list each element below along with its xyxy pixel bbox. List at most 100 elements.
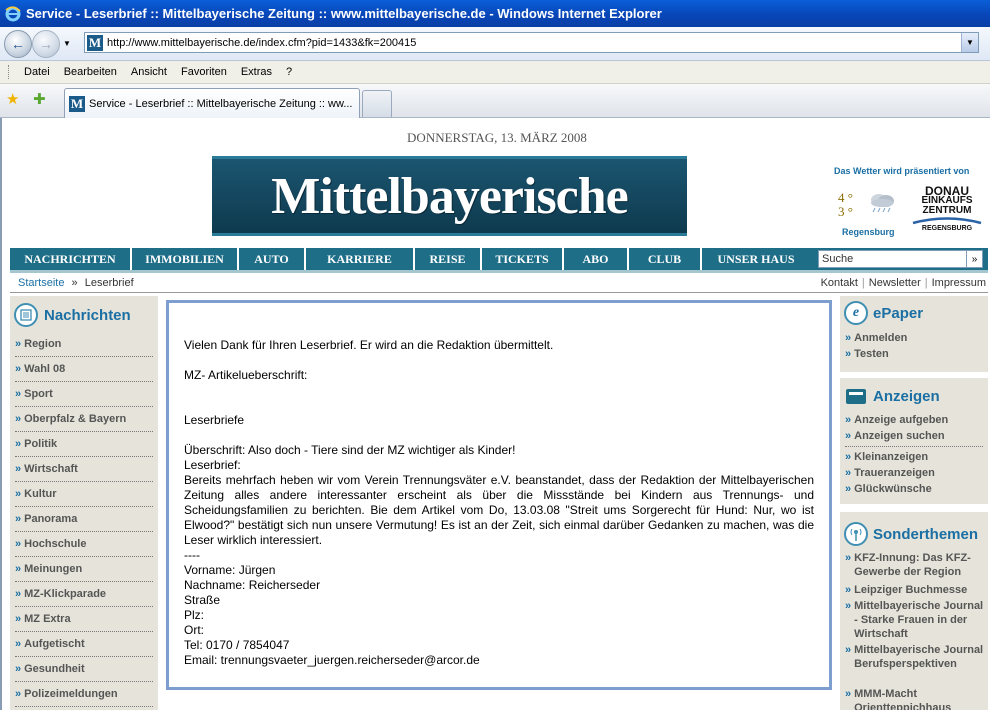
- arrow-icon: »: [845, 467, 852, 479]
- sidebar-item-label: Meinungen: [24, 563, 83, 575]
- arrow-icon: »: [15, 388, 22, 400]
- main-nav: NACHRICHTEN IMMOBILIEN AUTO KARRIERE REI…: [10, 248, 988, 270]
- nav-abo[interactable]: ABO: [564, 248, 629, 270]
- sender-zip: Plz:: [184, 608, 205, 622]
- weather-city: Regensburg: [842, 227, 895, 237]
- sidebar-item-wirtschaft[interactable]: » Wirtschaft: [15, 457, 153, 482]
- traueranzeigen-link[interactable]: » Traueranzeigen: [845, 466, 985, 480]
- sidebar-item-panorama[interactable]: » Panorama: [15, 507, 153, 532]
- nav-club[interactable]: CLUB: [629, 248, 702, 270]
- site-logo-text: Mittelbayerische: [271, 167, 629, 225]
- epaper-anmelden-link[interactable]: » Anmelden: [845, 331, 985, 345]
- sidebar-item-hochschule[interactable]: » Hochschule: [15, 532, 153, 557]
- newsletter-link[interactable]: Newsletter: [869, 277, 921, 289]
- impressum-link[interactable]: Impressum: [932, 277, 986, 289]
- arrow-icon: »: [15, 463, 22, 475]
- sonderthema-starke-frauen-link[interactable]: » Mittelbayerische Journal - Starke Fraue…: [845, 599, 985, 641]
- nav-auto[interactable]: AUTO: [239, 248, 306, 270]
- nav-reise[interactable]: REISE: [415, 248, 482, 270]
- weather-temps: 4 ° 3 °: [838, 191, 853, 219]
- link-label: Kleinanzeigen: [854, 451, 929, 463]
- sidebar-item-label: MZ Extra: [24, 613, 71, 625]
- tab-active[interactable]: M Service - Leserbrief :: Mittelbayerisc…: [64, 88, 360, 118]
- menu-bearbeiten[interactable]: Bearbeiten: [57, 66, 124, 78]
- arrow-icon: »: [845, 332, 852, 344]
- nav-immobilien[interactable]: IMMOBILIEN: [132, 248, 239, 270]
- search-input[interactable]: Suche: [818, 250, 968, 268]
- arrow-icon: »: [15, 338, 22, 350]
- new-tab-button[interactable]: [362, 90, 392, 117]
- search-button[interactable]: »: [966, 250, 983, 268]
- sidebar-item-mz-klickparade[interactable]: » MZ-Klickparade: [15, 582, 153, 607]
- arrow-icon: »: [15, 563, 22, 575]
- address-bar[interactable]: M http://www.mittelbayerische.de/index.c…: [84, 32, 979, 53]
- folder-icon: [844, 384, 868, 408]
- rain-cloud-icon: [867, 192, 897, 214]
- sidebar-item-label: Wirtschaft: [24, 463, 78, 475]
- tab-bar: ★ ✚ M Service - Leserbrief :: Mittelbaye…: [0, 84, 990, 118]
- site-logo[interactable]: Mittelbayerische: [212, 156, 687, 236]
- sidebar-item-kultur[interactable]: » Kultur: [15, 482, 153, 507]
- anzeigen-suchen-link[interactable]: » Anzeigen suchen: [845, 429, 985, 443]
- sidebar-item-label: Politik: [24, 438, 58, 450]
- sponsor-line3: ZENTRUM: [922, 205, 972, 216]
- arrow-icon: »: [845, 688, 852, 700]
- sender-lastname: Nachname: Reicherseder: [184, 578, 321, 592]
- toplinks-separator: |: [861, 277, 865, 289]
- letter-divider: ----: [184, 548, 200, 562]
- nav-underline: [10, 270, 988, 273]
- back-button[interactable]: ←: [4, 30, 32, 58]
- sonderthema-kfz-innung-link[interactable]: » KFZ-Innung: Das KFZ-Gewerbe der Region: [845, 551, 985, 579]
- breadcrumb-home-link[interactable]: Startseite: [18, 277, 64, 289]
- menu-help[interactable]: ?: [279, 66, 299, 78]
- sponsor-line4: REGENSBURG: [921, 225, 973, 232]
- sidebar-item-label: Gesundheit: [24, 663, 85, 675]
- arrow-icon: »: [15, 663, 22, 675]
- favorites-star-icon[interactable]: ★: [6, 92, 19, 108]
- sidebar-item-wahl-08[interactable]: » Wahl 08: [15, 357, 153, 382]
- letter-subject: Überschrift: Also doch - Tiere sind der …: [184, 443, 516, 457]
- link-label: Mittelbayerische Journal - Starke Frauen…: [854, 600, 984, 640]
- add-favorite-icon[interactable]: ✚: [33, 92, 46, 108]
- left-sidebar: Nachrichten » Region » Wahl 08 » Sport » Obe…: [10, 296, 158, 710]
- nav-nachrichten[interactable]: NACHRICHTEN: [10, 248, 132, 270]
- link-label: Testen: [854, 348, 889, 360]
- weather-widget[interactable]: Das Wetter wird präsentiert von 4 ° 3 ° …: [834, 166, 990, 242]
- address-dropdown-icon[interactable]: ▼: [961, 33, 978, 52]
- menu-datei[interactable]: Datei: [17, 66, 57, 78]
- menu-extras[interactable]: Extras: [234, 66, 279, 78]
- epaper-testen-link[interactable]: » Testen: [845, 347, 985, 361]
- glueckwuensche-link[interactable]: » Glückwünsche: [845, 482, 985, 496]
- newspaper-icon: [14, 303, 38, 327]
- sidebar-item-region[interactable]: » Region: [15, 332, 153, 357]
- nav-tickets[interactable]: TICKETS: [482, 248, 564, 270]
- menu-favoriten[interactable]: Favoriten: [174, 66, 234, 78]
- sidebar-item-sport[interactable]: » Sport: [15, 382, 153, 407]
- anzeige-aufgeben-link[interactable]: » Anzeige aufgeben: [845, 413, 985, 427]
- tab-favicon-icon: M: [69, 95, 85, 112]
- sidebar-item-meinungen[interactable]: » Meinungen: [15, 557, 153, 582]
- sidebar-item-politik[interactable]: » Politik: [15, 432, 153, 457]
- kleinanzeigen-link[interactable]: » Kleinanzeigen: [845, 450, 985, 464]
- sidebar-item-label: Hochschule: [24, 538, 87, 550]
- sidebar-item-aufgetischt[interactable]: » Aufgetischt: [15, 632, 153, 657]
- sidebar-item-polizeimeldungen[interactable]: » Polizeimeldungen: [15, 682, 153, 707]
- sonderthema-berufsperspektiven-link[interactable]: » Mittelbayerische Journal Berufsperspekt…: [845, 643, 985, 671]
- arrow-icon: »: [845, 644, 852, 656]
- kontakt-link[interactable]: Kontakt: [821, 277, 858, 289]
- arrow-icon: »: [15, 613, 22, 625]
- nav-unser-haus[interactable]: UNSER HAUS: [702, 248, 810, 270]
- history-dropdown-icon[interactable]: ▼: [63, 39, 71, 48]
- arrow-icon: »: [15, 363, 22, 375]
- sonderthema-buchmesse-link[interactable]: » Leipziger Buchmesse: [845, 583, 985, 597]
- nav-karriere[interactable]: KARRIERE: [306, 248, 415, 270]
- sonderthema-orientteppich-link[interactable]: » MMM-Macht Orientteppichhaus: [845, 687, 985, 710]
- sidebar-item-oberpfalz-bayern[interactable]: » Oberpfalz & Bayern: [15, 407, 153, 432]
- sidebar-item-mz-extra[interactable]: » MZ Extra: [15, 607, 153, 632]
- forward-button[interactable]: →: [32, 30, 60, 58]
- address-url[interactable]: http://www.mittelbayerische.de/index.cfm…: [107, 37, 416, 49]
- letter-body-label: Leserbrief:: [184, 458, 241, 472]
- arrow-icon: »: [845, 483, 852, 495]
- menu-ansicht[interactable]: Ansicht: [124, 66, 174, 78]
- sidebar-item-gesundheit[interactable]: » Gesundheit: [15, 657, 153, 682]
